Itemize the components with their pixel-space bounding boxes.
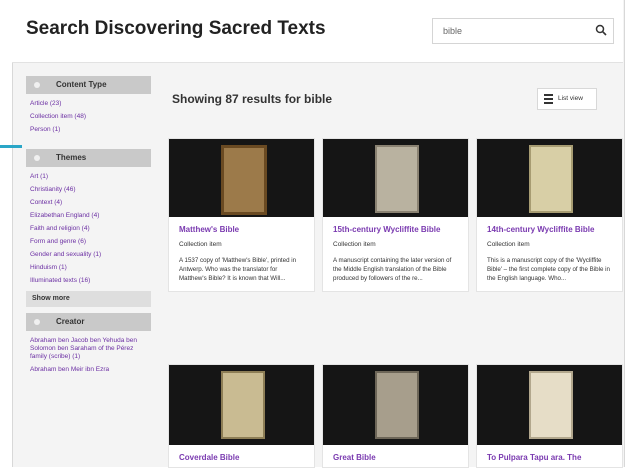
facet-link[interactable]: Gender and sexuality (1) (30, 251, 151, 259)
collapse-icon (34, 319, 40, 325)
book-cover-image (221, 371, 265, 439)
result-title-link[interactable]: To Pulpara Tapu ara. The (487, 453, 612, 463)
result-description: This is a manuscript copy of the 'Wyclif… (487, 257, 610, 282)
result-thumbnail[interactable] (169, 365, 314, 445)
page-title: Search Discovering Sacred Texts (26, 18, 326, 39)
facet-link[interactable]: Illuminated texts (16) (30, 277, 151, 285)
facet-link[interactable]: Abraham ben Jacob ben Yehuda ben Solomon… (30, 337, 145, 361)
result-card[interactable]: Matthew's Bible Collection item A 1537 c… (168, 138, 315, 292)
result-thumbnail[interactable] (323, 365, 468, 445)
accent-line (0, 145, 22, 148)
book-cover-image (375, 145, 419, 213)
facet-link[interactable]: Elizabethan England (4) (30, 212, 151, 220)
result-thumbnail[interactable] (169, 139, 314, 217)
result-thumbnail[interactable] (323, 139, 468, 217)
show-more-button[interactable]: Show more (26, 291, 151, 307)
result-title-link[interactable]: Great Bible (333, 453, 458, 463)
result-description: A manuscript containing the later versio… (333, 257, 452, 282)
facet-link[interactable]: Person (1) (30, 126, 151, 134)
search-input[interactable] (441, 19, 590, 43)
facet-link[interactable]: Christianity (46) (30, 186, 151, 194)
result-card[interactable]: 14th-century Wycliffite Bible Collection… (476, 138, 623, 292)
result-thumbnail[interactable] (477, 139, 622, 217)
search-icon[interactable] (595, 24, 607, 36)
result-type: Collection item (487, 241, 530, 248)
facet-link[interactable]: Context (4) (30, 199, 151, 207)
book-cover-image (375, 371, 419, 439)
book-cover-image (221, 145, 267, 215)
facet-link[interactable]: Hinduism (1) (30, 264, 151, 272)
facet-heading-creator[interactable]: Creator (26, 313, 151, 331)
facet-link[interactable]: Article (23) (30, 100, 151, 108)
collapse-icon (34, 155, 40, 161)
facet-link[interactable]: Faith and religion (4) (30, 225, 151, 233)
filter-sidebar: Content Type Article (23) Collection ite… (26, 76, 151, 379)
result-card[interactable]: Coverdale Bible (168, 364, 315, 468)
facet-link[interactable]: Abraham ben Meir ibn Ezra (30, 366, 145, 374)
results-area: Showing 87 results for bible List view M… (160, 76, 623, 468)
book-cover-image (529, 145, 573, 213)
result-type: Collection item (333, 241, 376, 248)
facet-heading-themes[interactable]: Themes (26, 149, 151, 167)
facet-heading-content-type[interactable]: Content Type (26, 76, 151, 94)
result-title-link[interactable]: 14th-century Wycliffite Bible (487, 225, 612, 235)
page-header: Search Discovering Sacred Texts (12, 0, 623, 63)
result-title-link[interactable]: 15th-century Wycliffite Bible (333, 225, 458, 235)
list-view-button[interactable]: List view (537, 88, 597, 110)
result-card[interactable]: To Pulpara Tapu ara. The (476, 364, 623, 468)
result-description: A 1537 copy of 'Matthew's Bible', printe… (179, 257, 297, 282)
result-card[interactable]: 15th-century Wycliffite Bible Collection… (322, 138, 469, 292)
result-title-link[interactable]: Matthew's Bible (179, 225, 304, 235)
result-title-link[interactable]: Coverdale Bible (179, 453, 304, 463)
collapse-icon (34, 82, 40, 88)
facet-link[interactable]: Form and genre (6) (30, 238, 151, 246)
search-box[interactable] (432, 18, 614, 44)
result-type: Collection item (179, 241, 222, 248)
list-view-icon (544, 94, 553, 104)
result-thumbnail[interactable] (477, 365, 622, 445)
facet-link[interactable]: Art (1) (30, 173, 151, 181)
result-card[interactable]: Great Bible (322, 364, 469, 468)
results-heading: Showing 87 results for bible (172, 92, 333, 106)
facet-link[interactable]: Collection item (48) (30, 113, 151, 121)
book-cover-image (529, 371, 573, 439)
